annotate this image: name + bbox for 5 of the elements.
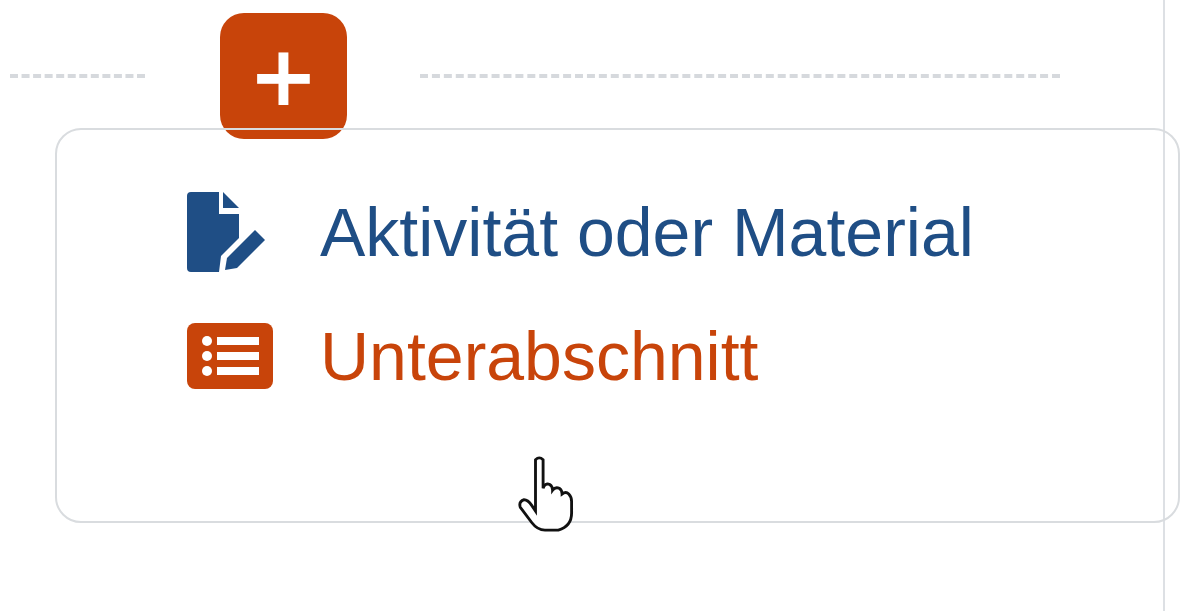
list-icon	[185, 321, 275, 391]
menu-item[interactable]: Unterabschnitt	[185, 317, 759, 395]
hand-cursor-icon	[515, 456, 575, 532]
add-button[interactable]: +	[220, 12, 347, 139]
menu-item[interactable]: Aktivität oder Material	[185, 192, 974, 272]
